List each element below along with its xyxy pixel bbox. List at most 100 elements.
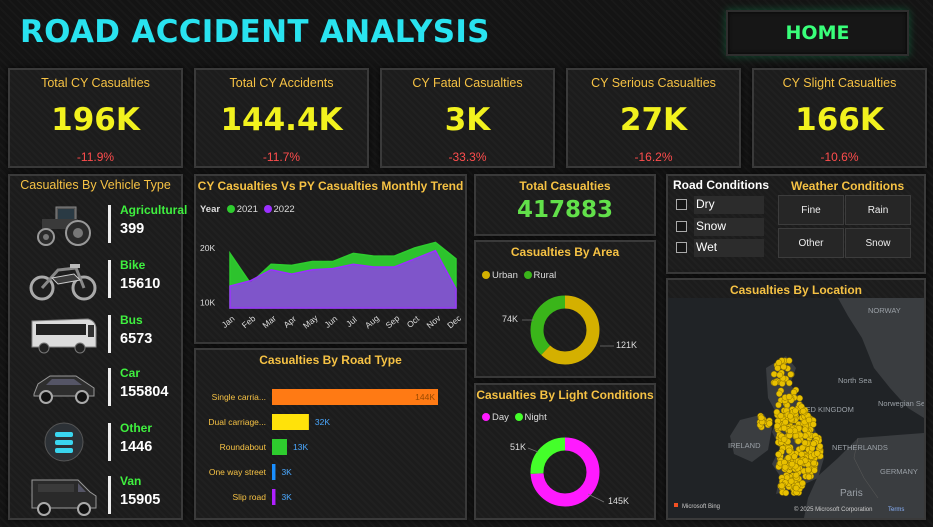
filters-panel: Road Conditions Dry Snow Wet Weather Con…	[666, 174, 926, 274]
map-label-netherlands: NETHERLANDS	[832, 443, 888, 452]
location-map[interactable]: NORWAY North Sea UNITED KINGDOM IRELAND …	[668, 298, 924, 518]
kpi-value: 3K	[444, 102, 491, 138]
map-point	[784, 454, 792, 461]
vehicle-row-bus[interactable]: Bus 6573	[20, 311, 185, 361]
weather-snow-button[interactable]: Snow	[845, 228, 911, 258]
legend-dot-rural	[523, 271, 532, 279]
home-button[interactable]: HOME	[726, 10, 909, 56]
map-point	[758, 414, 765, 422]
map-point	[766, 420, 773, 427]
map-point	[780, 436, 788, 443]
legend-dot-night	[514, 413, 523, 421]
map-point	[776, 371, 783, 379]
checkbox[interactable]	[676, 221, 687, 232]
trend-title: CY Casualties Vs PY Casualties Monthly T…	[197, 179, 464, 193]
kpi-value: 196K	[51, 102, 140, 138]
vehicle-type-panel: Casualties By Vehicle Type Agricultural …	[8, 174, 187, 522]
vehicle-name: Van	[120, 474, 142, 488]
kpi-change: -33.3%	[448, 150, 487, 164]
total-casualties-card: Total Casualties 417883	[474, 174, 656, 236]
road-condition-dry[interactable]: Dry	[676, 196, 766, 214]
x-tick-label: Oct	[405, 313, 422, 330]
x-tick-label: Jul	[344, 314, 359, 329]
map-point	[771, 379, 779, 387]
checkbox[interactable]	[676, 242, 687, 253]
x-tick-label: Apr	[281, 314, 298, 330]
map-label-norwegian-sea: Norwegian Sea	[878, 399, 924, 408]
map-point	[816, 443, 824, 450]
weather-fine-button[interactable]: Fine	[778, 195, 844, 225]
weather-rain-button[interactable]: Rain	[845, 195, 911, 225]
road-conditions-title: Road Conditions	[673, 178, 769, 192]
vehicle-row-van[interactable]: Van 15905	[20, 472, 185, 522]
bar-value-label: 13K	[293, 442, 308, 452]
weather-other-button[interactable]: Other	[778, 228, 844, 258]
van-icon	[31, 479, 97, 516]
bar	[272, 414, 309, 430]
location-title: Casualties By Location	[729, 283, 863, 297]
total-casualties-label: Total Casualties	[519, 179, 611, 193]
vehicle-row-car[interactable]: Car 155804	[20, 364, 185, 414]
map-point	[786, 379, 793, 387]
map-point	[781, 464, 789, 471]
road-condition-wet[interactable]: Wet	[676, 239, 766, 257]
bar	[272, 489, 276, 505]
bar-category-label: Dual carriage...	[208, 417, 266, 427]
map-point	[792, 407, 799, 415]
kpi-cy-fatal-casualties: CY Fatal Casualties 3K -33.3%	[380, 68, 555, 168]
map-point	[774, 364, 781, 372]
kpi-value: 27K	[619, 102, 688, 138]
kpi-label: Total CY Accidents	[229, 76, 334, 90]
map-point	[778, 380, 786, 387]
vehicle-row-other[interactable]: Other 1446	[20, 419, 185, 469]
checkbox[interactable]	[676, 199, 687, 210]
x-tick-label: Sep	[383, 313, 401, 331]
vehicle-row-bike[interactable]: Bike 15610	[20, 256, 185, 306]
bing-label: Microsoft Bing	[682, 504, 720, 510]
kpi-cy-slight-casualties: CY Slight Casualties 166K -10.6%	[752, 68, 927, 168]
slice-label: 145K	[608, 496, 629, 506]
map-point	[777, 412, 785, 420]
kpi-change: -10.6%	[820, 150, 859, 164]
map-point	[792, 471, 800, 479]
map-point	[788, 460, 796, 468]
page-title: ROAD ACCIDENT ANALYSIS	[20, 14, 490, 50]
x-tick-label: Nov	[425, 313, 444, 331]
kpi-label: CY Slight Casualties	[782, 76, 897, 90]
map-point	[801, 439, 809, 447]
vehicle-name: Bike	[120, 258, 146, 272]
location-map-panel: Casualties By Location NORWAY North Sea …	[666, 278, 926, 520]
x-tick-label: Jun	[322, 313, 339, 330]
kpi-change: -11.7%	[262, 150, 301, 164]
map-copyright: © 2025 Microsoft Corporation	[794, 506, 872, 513]
car-icon	[33, 375, 95, 404]
vehicle-row-agricultural[interactable]: Agricultural 399	[20, 201, 187, 251]
map-terms-link[interactable]: Terms	[888, 507, 904, 513]
bus-icon	[31, 318, 97, 354]
divider	[108, 205, 111, 243]
other-icon	[44, 422, 84, 462]
kpi-label: CY Fatal Casualties	[412, 76, 523, 90]
x-tick-label: May	[301, 312, 320, 330]
light-conditions-panel: Casualties By Light Conditions Day Night…	[474, 383, 656, 520]
kpi-cy-serious-casualties: CY Serious Casualties 27K -16.2%	[566, 68, 741, 168]
legend-dot-day	[482, 413, 490, 421]
map-point	[770, 370, 778, 378]
vehicle-panel-title: Casualties By Vehicle Type	[20, 178, 171, 192]
bar	[272, 464, 276, 480]
kpi-label: CY Serious Casualties	[591, 76, 716, 90]
bar-category-label: Slip road	[232, 492, 266, 502]
map-point	[799, 407, 807, 415]
vehicle-value: 155804	[120, 384, 169, 400]
map-point	[785, 393, 793, 400]
map-point	[799, 479, 806, 487]
map-point	[776, 390, 783, 398]
map-point	[785, 447, 793, 455]
x-tick-label: Feb	[240, 313, 258, 330]
road-condition-snow[interactable]: Snow	[676, 218, 766, 236]
kpi-change: -11.9%	[76, 150, 115, 164]
bar-category-label: Single carria...	[212, 392, 266, 402]
map-point	[795, 437, 802, 445]
map-point	[805, 416, 813, 424]
map-label-ireland: IRELAND	[728, 441, 761, 450]
